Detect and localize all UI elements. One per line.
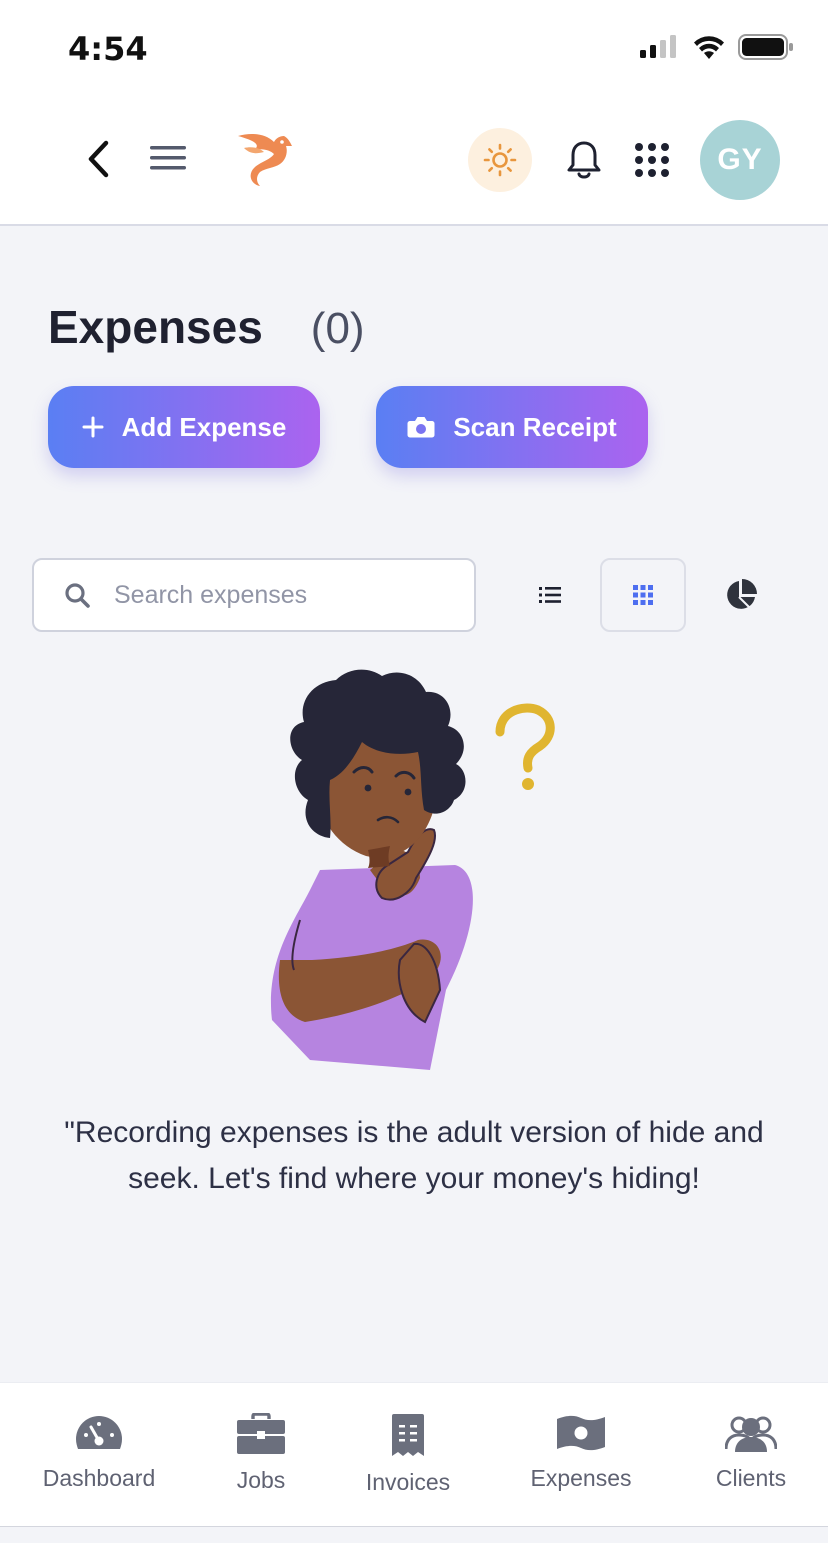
invoice-receipt-icon bbox=[392, 1414, 424, 1456]
thinking-woman-illustration bbox=[270, 669, 555, 1070]
empty-state-message: "Recording expenses is the adult version… bbox=[64, 1116, 764, 1195]
page-title-row: Expenses (0) bbox=[48, 300, 365, 354]
search-box bbox=[32, 558, 476, 632]
status-time: 4:54 bbox=[68, 30, 148, 68]
briefcase-icon bbox=[237, 1413, 285, 1454]
app-header: GY bbox=[0, 96, 828, 226]
sun-icon bbox=[483, 143, 517, 177]
nav-item-expenses[interactable]: Expenses bbox=[526, 1413, 636, 1492]
users-icon bbox=[725, 1416, 777, 1452]
user-avatar[interactable]: GY bbox=[700, 120, 780, 200]
scan-receipt-button[interactable]: Scan Receipt bbox=[376, 386, 648, 468]
pie-chart-icon bbox=[727, 579, 757, 609]
expense-count: (0) bbox=[310, 304, 365, 353]
plus-icon bbox=[82, 416, 104, 438]
battery-icon bbox=[738, 34, 793, 60]
app-logo[interactable] bbox=[228, 124, 298, 194]
bottom-safe-area bbox=[0, 1526, 828, 1543]
back-button[interactable] bbox=[78, 136, 118, 182]
dashboard-gauge-icon bbox=[76, 1416, 122, 1449]
scan-receipt-label: Scan Receipt bbox=[453, 411, 617, 442]
add-expense-label: Add Expense bbox=[121, 411, 287, 442]
list-icon bbox=[539, 587, 561, 603]
nav-label-expenses: Expenses bbox=[530, 1465, 632, 1491]
cellular-signal-icon bbox=[640, 35, 676, 58]
nav-label-clients: Clients bbox=[715, 1465, 787, 1491]
add-expense-button[interactable]: Add Expense bbox=[48, 386, 320, 468]
bell-icon bbox=[567, 141, 601, 179]
wifi-icon bbox=[694, 36, 724, 59]
apps-grid-icon bbox=[635, 143, 669, 177]
money-bill-icon bbox=[557, 1415, 605, 1451]
chart-view-button[interactable] bbox=[698, 558, 784, 632]
list-view-button[interactable] bbox=[507, 558, 593, 632]
search-icon bbox=[65, 583, 90, 608]
nav-item-invoices[interactable]: Invoices bbox=[362, 1413, 454, 1496]
nav-label-jobs: Jobs bbox=[236, 1467, 286, 1493]
camera-icon bbox=[407, 417, 435, 438]
status-icons bbox=[640, 34, 794, 60]
notifications-button[interactable] bbox=[562, 136, 606, 184]
nav-item-dashboard[interactable]: Dashboard bbox=[40, 1413, 158, 1492]
nav-label-dashboard: Dashboard bbox=[42, 1465, 156, 1491]
nav-item-clients[interactable]: Clients bbox=[710, 1413, 792, 1492]
status-bar: 4:54 bbox=[0, 0, 828, 96]
chevron-left-icon bbox=[88, 140, 109, 178]
grid-icon bbox=[633, 585, 653, 605]
bottom-nav: Dashboard Jobs Invoices Expenses Clients bbox=[0, 1382, 828, 1527]
nav-label-invoices: Invoices bbox=[365, 1469, 451, 1495]
apps-grid-button[interactable] bbox=[632, 140, 672, 180]
page-title: Expenses bbox=[48, 301, 263, 353]
theme-toggle-button[interactable] bbox=[468, 128, 532, 192]
grid-view-button[interactable] bbox=[600, 558, 686, 632]
nav-item-jobs[interactable]: Jobs bbox=[222, 1413, 300, 1494]
hamburger-icon bbox=[150, 146, 186, 170]
phoenix-logo-icon bbox=[238, 134, 292, 186]
menu-button[interactable] bbox=[146, 140, 190, 176]
search-input[interactable] bbox=[114, 580, 434, 610]
